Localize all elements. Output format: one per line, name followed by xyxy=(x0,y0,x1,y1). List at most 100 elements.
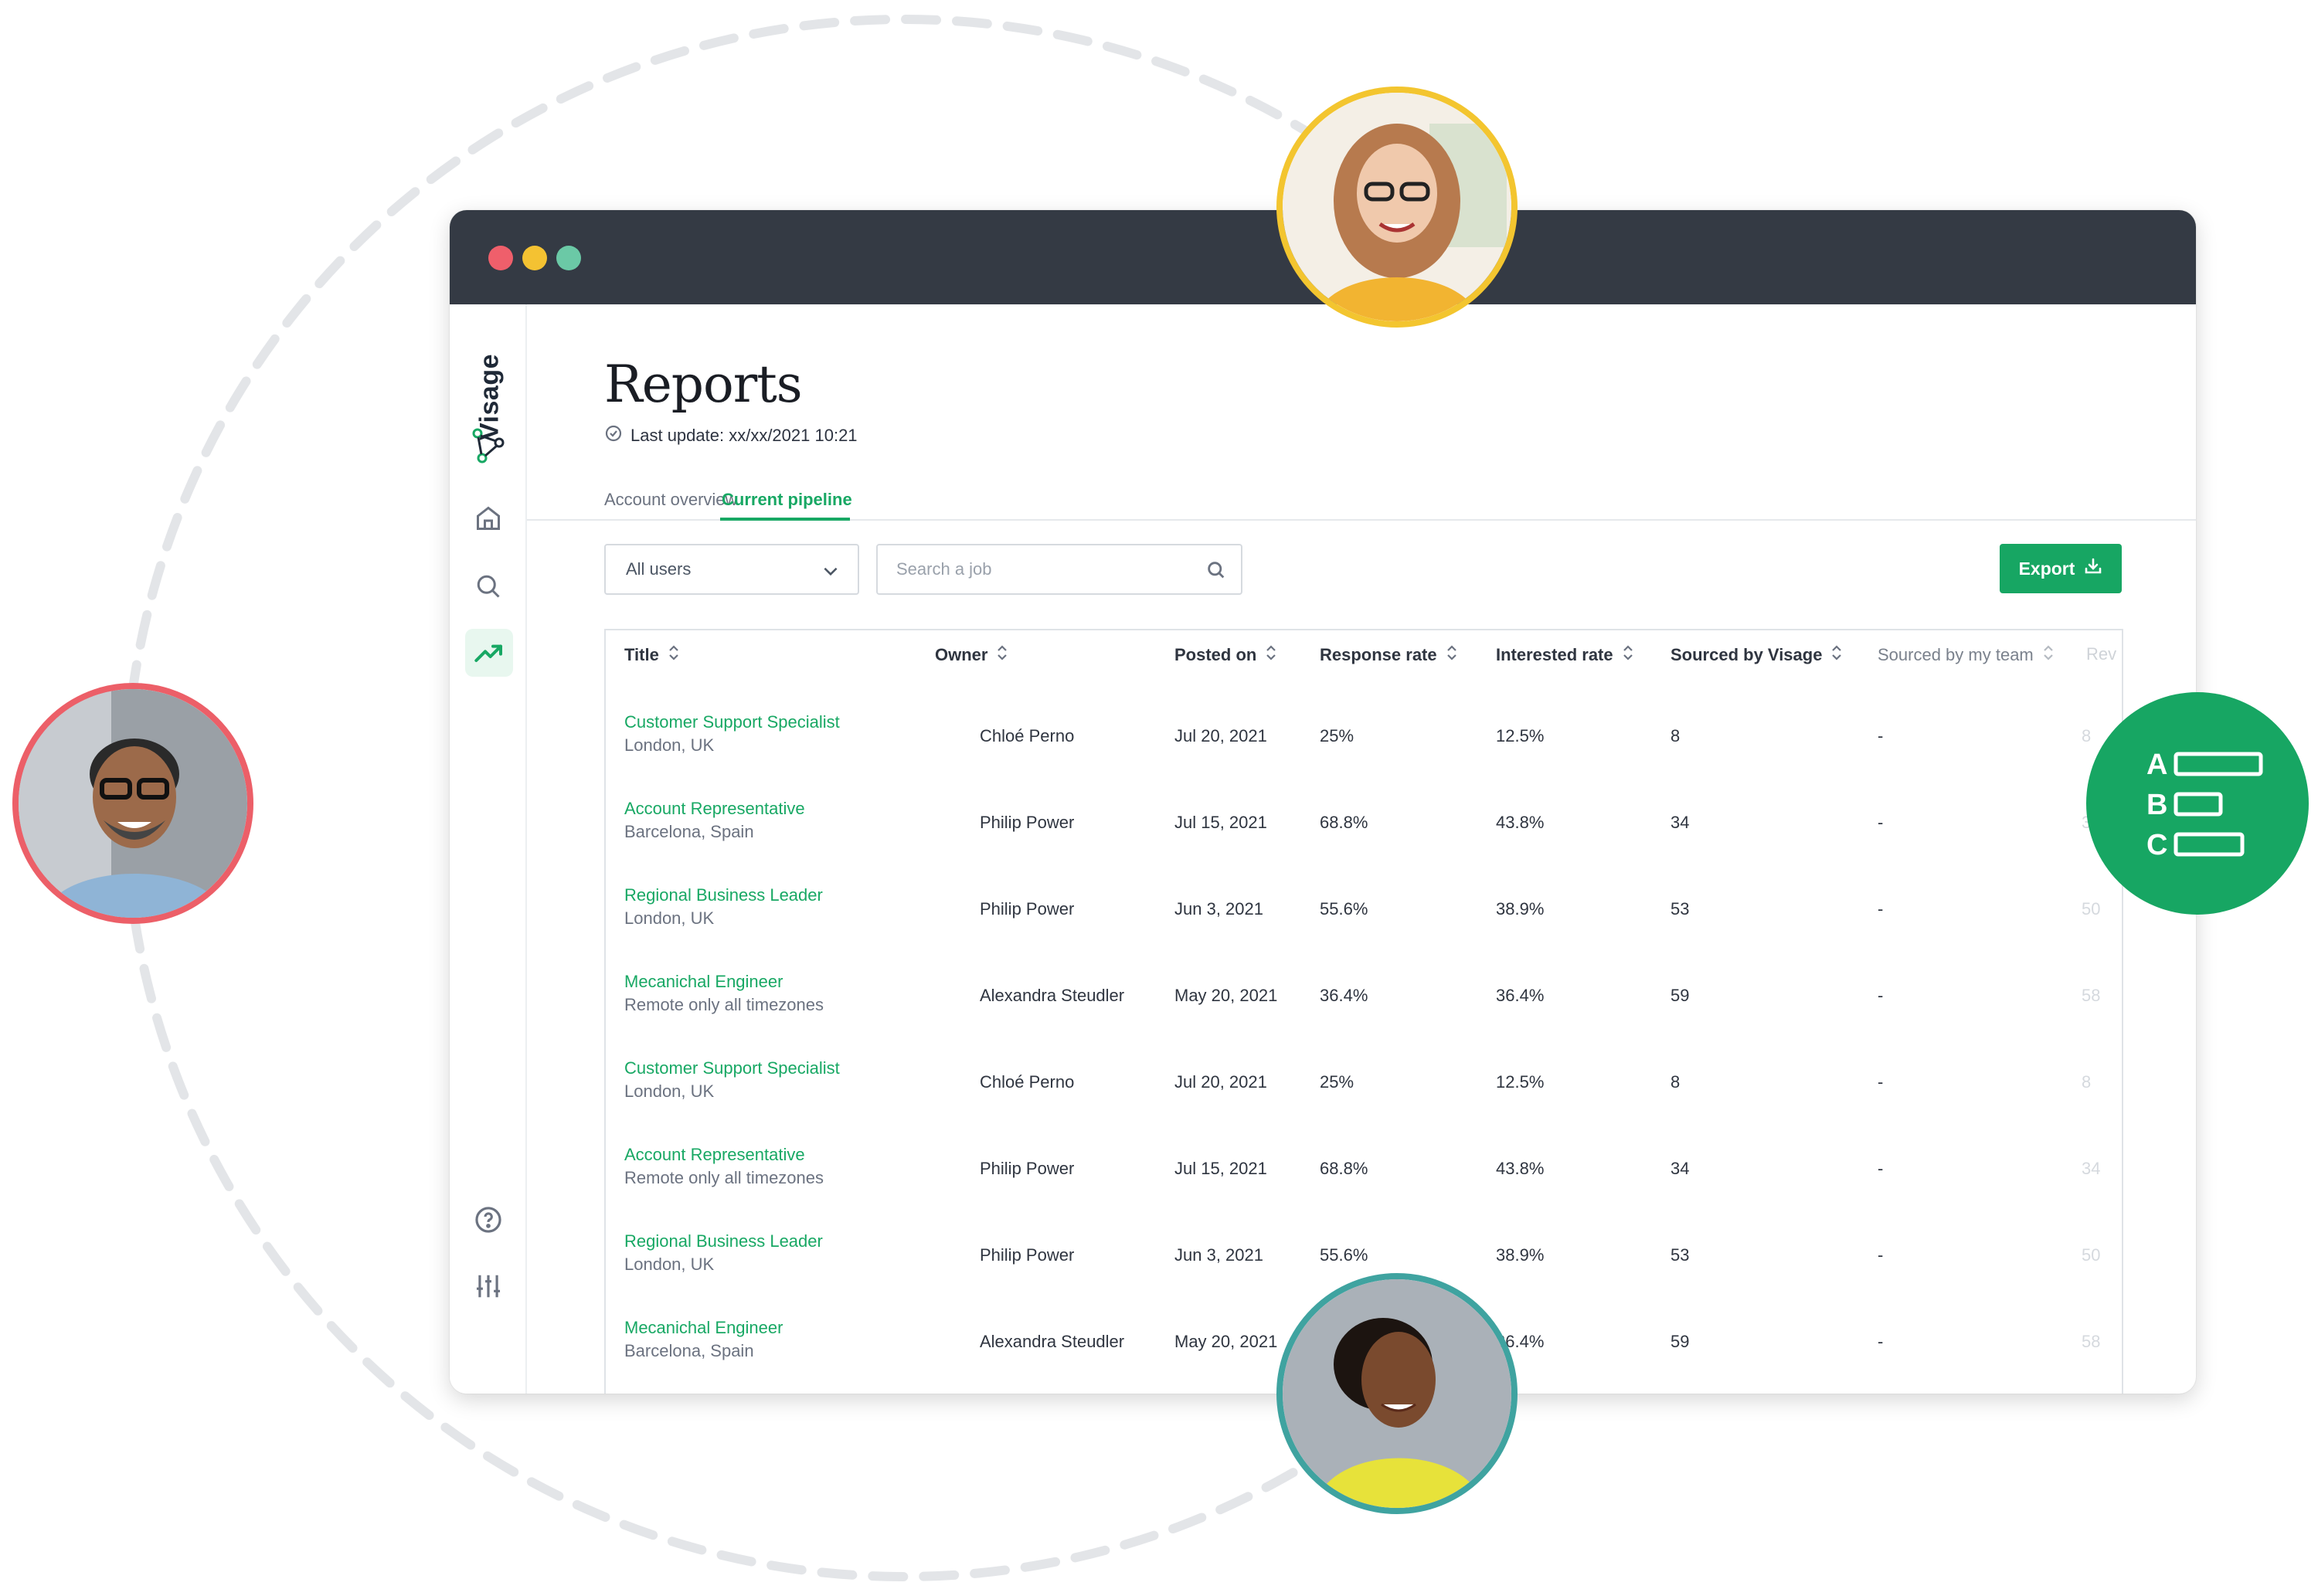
cell-rev: 50 xyxy=(2082,1245,2101,1265)
cell-interested: 43.8% xyxy=(1496,813,1545,832)
help-icon[interactable] xyxy=(469,1200,508,1239)
cell-team: - xyxy=(1878,986,1884,1005)
cell-owner: Chloé Perno xyxy=(980,726,1075,745)
col-response-rate-header[interactable]: Response rate xyxy=(1320,644,1457,666)
cell-response: 36.4% xyxy=(1320,986,1368,1005)
avatar-woman-yellow-top xyxy=(1276,1273,1518,1514)
cell-visage: 8 xyxy=(1671,726,1681,745)
cell-team: - xyxy=(1878,1332,1884,1351)
cell-visage: 59 xyxy=(1671,986,1690,1005)
cell-posted: May 20, 2021 xyxy=(1174,1332,1278,1351)
cell-visage: 53 xyxy=(1671,1245,1690,1265)
sort-icon[interactable] xyxy=(2043,644,2054,666)
cell-visage: 34 xyxy=(1671,813,1690,832)
cell-posted: Jul 20, 2021 xyxy=(1174,726,1267,745)
abc-survey-badge: A B C xyxy=(2086,692,2309,915)
table-row[interactable]: Regional Business Leader London, UK Philip… xyxy=(606,871,2122,958)
col-title-header[interactable]: Title xyxy=(624,644,679,666)
sort-icon[interactable] xyxy=(1266,644,1276,666)
cell-rev: 58 xyxy=(2082,1332,2101,1351)
cell-visage: 53 xyxy=(1671,899,1690,919)
cell-posted: Jun 3, 2021 xyxy=(1174,1245,1263,1265)
col-posted-on-header[interactable]: Posted on xyxy=(1174,644,1276,666)
avatar-woman-glasses xyxy=(1276,87,1518,328)
table-row[interactable]: Account Representative Barcelona, Spain Ph… xyxy=(606,785,2122,871)
cell-interested: 38.9% xyxy=(1496,1245,1545,1265)
minimize-window-button[interactable] xyxy=(522,246,547,270)
col-rev-header[interactable]: Rev xyxy=(2086,644,2116,664)
sort-icon[interactable] xyxy=(997,644,1008,666)
col-interested-rate-header[interactable]: Interested rate xyxy=(1496,644,1633,666)
col-sourced-by-my-team-header[interactable]: Sourced by my team xyxy=(1878,644,2054,666)
magnifier-icon[interactable] xyxy=(1205,559,1227,585)
job-title-link[interactable]: Regional Business Leader xyxy=(624,1231,823,1251)
cell-response: 55.6% xyxy=(1320,899,1368,919)
sort-icon[interactable] xyxy=(668,644,679,666)
cell-response: 68.8% xyxy=(1320,813,1368,832)
cell-rev: 58 xyxy=(2082,986,2101,1005)
cell-visage: 59 xyxy=(1671,1332,1690,1351)
cell-owner: Philip Power xyxy=(980,813,1075,832)
cell-rev: 8 xyxy=(2082,1072,2092,1092)
last-update: Last update: xx/xx/2021 10:21 xyxy=(604,424,858,447)
col-sourced-by-visage-header[interactable]: Sourced by Visage xyxy=(1671,644,1842,666)
cell-posted: Jul 15, 2021 xyxy=(1174,813,1267,832)
sort-icon[interactable] xyxy=(1831,644,1842,666)
job-cell: Account Representative Remote only all ti… xyxy=(624,1145,824,1188)
home-icon[interactable] xyxy=(469,499,508,538)
column-header-label: Title xyxy=(624,645,659,664)
job-title-link[interactable]: Account Representative xyxy=(624,1145,824,1165)
tab-account-overview[interactable]: Account overview xyxy=(604,490,737,510)
col-owner-header[interactable]: Owner xyxy=(935,644,1008,666)
column-header-label: Response rate xyxy=(1320,645,1437,664)
sliders-icon[interactable] xyxy=(469,1267,508,1306)
job-title-link[interactable]: Customer Support Specialist xyxy=(624,712,840,732)
tab-current-pipeline[interactable]: Current pipeline xyxy=(722,490,852,510)
job-title-link[interactable]: Regional Business Leader xyxy=(624,885,823,905)
export-label: Export xyxy=(2018,558,2075,579)
cell-interested: 38.9% xyxy=(1496,899,1545,919)
logo-mark-icon xyxy=(469,426,508,465)
cell-visage: 8 xyxy=(1671,1072,1681,1092)
sort-icon[interactable] xyxy=(1446,644,1457,666)
last-update-text: Last update: xx/xx/2021 10:21 xyxy=(630,426,858,445)
cell-response: 25% xyxy=(1320,1072,1354,1092)
table-row[interactable]: Customer Support Specialist London, UK Chl… xyxy=(606,1044,2122,1131)
job-location: London, UK xyxy=(624,908,715,928)
job-cell: Mecanichal Engineer Remote only all timez… xyxy=(624,972,824,1015)
job-cell: Regional Business Leader London, UK xyxy=(624,885,823,929)
download-icon xyxy=(2084,557,2102,580)
marketing-scene: Visage Reports Last update: xx/xx/2021 1… xyxy=(0,0,2318,1596)
job-title-link[interactable]: Account Representative xyxy=(624,799,805,819)
cell-team: - xyxy=(1878,813,1884,832)
cell-response: 68.8% xyxy=(1320,1159,1368,1178)
table-row[interactable]: Account Representative Remote only all ti… xyxy=(606,1131,2122,1217)
table-row[interactable]: Customer Support Specialist London, UK Chl… xyxy=(606,698,2122,785)
sort-icon[interactable] xyxy=(1623,644,1633,666)
sidebar: Visage xyxy=(450,304,527,1394)
job-cell: Regional Business Leader London, UK xyxy=(624,1231,823,1275)
reports-trending-icon[interactable] xyxy=(465,629,513,677)
users-select[interactable]: All users xyxy=(604,544,859,595)
cell-interested: 12.5% xyxy=(1496,1072,1545,1092)
page-title: Reports xyxy=(604,355,803,414)
badge-letter-b: B xyxy=(2146,789,2167,821)
cell-rev: 34 xyxy=(2082,1159,2101,1178)
cell-team: - xyxy=(1878,1245,1884,1265)
job-title-link[interactable]: Mecanichal Engineer xyxy=(624,1318,783,1338)
job-location: Barcelona, Spain xyxy=(624,1341,754,1360)
export-button[interactable]: Export xyxy=(2000,544,2122,593)
job-search-input[interactable] xyxy=(896,559,1190,579)
job-location: Remote only all timezones xyxy=(624,995,824,1014)
maximize-window-button[interactable] xyxy=(556,246,581,270)
cell-interested: 12.5% xyxy=(1496,726,1545,745)
table-row[interactable]: Mecanichal Engineer Remote only all timez… xyxy=(606,958,2122,1044)
cell-interested: 43.8% xyxy=(1496,1159,1545,1178)
search-icon[interactable] xyxy=(469,567,508,606)
chevron-down-icon xyxy=(821,561,841,586)
close-window-button[interactable] xyxy=(488,246,513,270)
cell-team: - xyxy=(1878,1072,1884,1092)
job-location: London, UK xyxy=(624,1082,715,1101)
job-title-link[interactable]: Customer Support Specialist xyxy=(624,1058,840,1078)
job-title-link[interactable]: Mecanichal Engineer xyxy=(624,972,824,992)
